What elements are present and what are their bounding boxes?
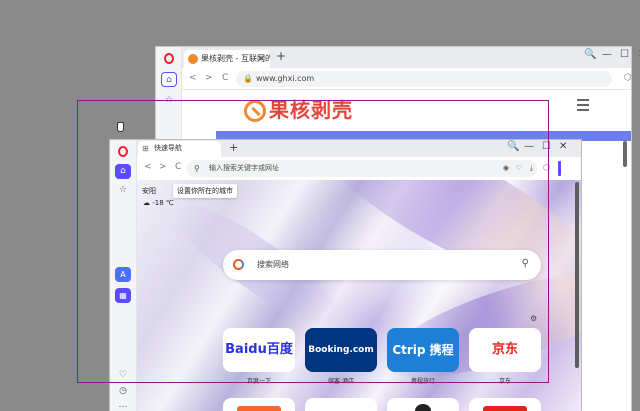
back-button[interactable]: < [189,73,197,83]
selection-rectangle [77,100,549,383]
more-icon[interactable]: … [115,398,131,411]
opera-logo-icon[interactable] [164,53,174,64]
hamburger-menu-icon[interactable] [577,99,589,114]
tab-close-icon[interactable]: × [257,50,265,68]
speed-dial-tile[interactable] [305,398,377,411]
home-icon[interactable]: ⌂ [161,72,177,87]
minimize-button[interactable]: — [602,49,612,60]
tab-search-icon[interactable]: 🔍 [584,49,596,60]
back-tab-bar: 果核剥壳 - 互联网的守护士 × + 🔍 — ☐ ✕ [182,47,640,68]
extensions-icon[interactable]: ⬡ [624,73,632,83]
new-tab-button[interactable]: + [276,49,286,63]
accent-bar [558,161,561,176]
front-scrollbar[interactable] [575,182,579,368]
speed-dial-tile[interactable] [223,398,295,411]
reload-button[interactable]: C [222,73,228,83]
ghxi-favicon-icon [188,54,198,64]
tile-logo-icon [483,406,527,411]
cat-logo-icon [415,404,431,411]
back-url-text: www.ghxi.com [256,74,315,83]
history-icon[interactable]: ◷ [115,384,131,399]
forward-button[interactable]: > [205,73,213,83]
lock-icon: 🔒 [243,74,253,83]
back-url-field[interactable]: 🔒 www.ghxi.com [236,71,612,87]
speed-dial-tile[interactable] [469,398,541,411]
back-address-row: < > C 🔒 www.ghxi.com ⬡ [182,68,632,90]
maximize-button[interactable]: ☐ [620,49,629,60]
back-scrollbar[interactable] [623,141,627,167]
mouse-cursor-icon [117,122,124,132]
back-active-tab[interactable]: 果核剥壳 - 互联网的守护士 × [184,50,270,68]
close-button[interactable]: ✕ [559,141,567,152]
tile-logo-icon [237,406,281,411]
speed-dial-tile[interactable] [387,398,459,411]
